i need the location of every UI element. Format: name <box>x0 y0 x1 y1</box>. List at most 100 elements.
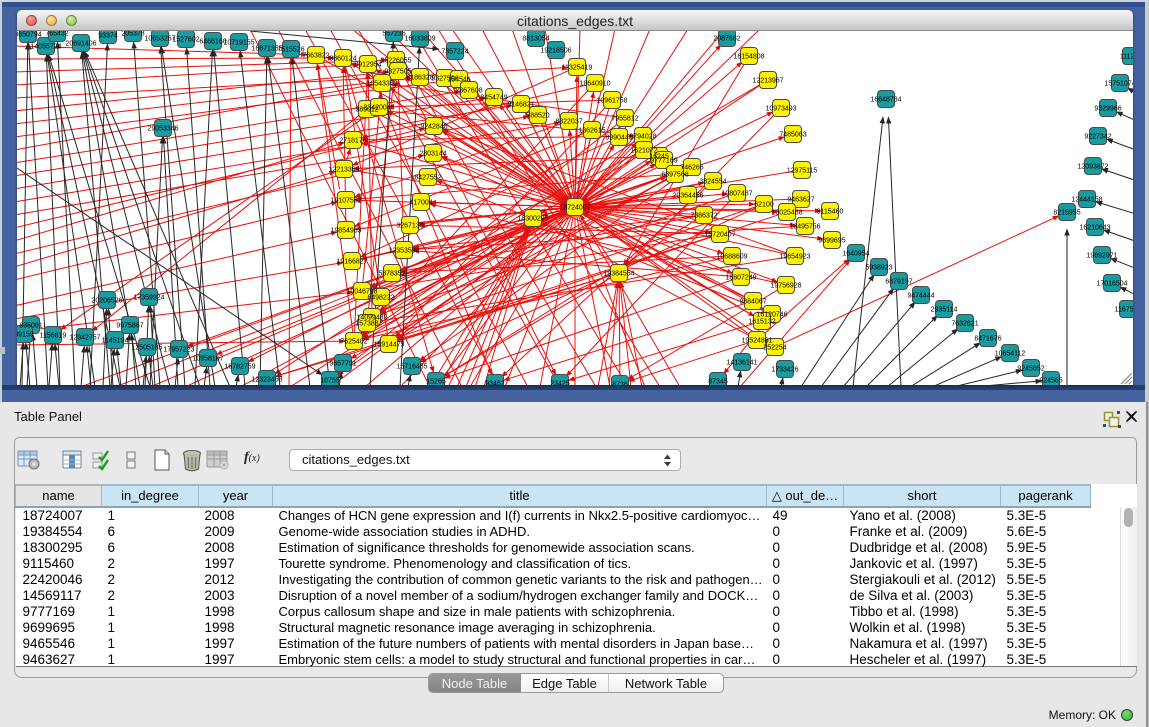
svg-text:746266: 746266 <box>680 165 703 172</box>
svg-text:14136141: 14136141 <box>726 360 757 367</box>
svg-text:93462: 93462 <box>485 381 505 386</box>
svg-text:62100: 62100 <box>754 202 774 209</box>
svg-text:2867608: 2867608 <box>455 88 482 95</box>
svg-text:12975115: 12975115 <box>787 168 818 175</box>
svg-text:10654112: 10654112 <box>995 351 1026 358</box>
svg-text:14055724: 14055724 <box>30 44 61 51</box>
svg-text:8454749: 8454749 <box>480 95 507 102</box>
svg-text:7485063: 7485063 <box>779 132 806 139</box>
svg-text:8813054: 8813054 <box>522 36 549 43</box>
svg-text:18495756: 18495756 <box>789 224 820 231</box>
svg-text:9329966: 9329966 <box>1094 106 1121 113</box>
svg-text:20691406: 20691406 <box>65 41 96 48</box>
svg-text:17016504: 17016504 <box>1096 281 1127 288</box>
svg-text:23425: 23425 <box>550 381 570 386</box>
svg-text:12213369: 12213369 <box>328 167 359 174</box>
svg-text:9146821: 9146821 <box>507 102 534 109</box>
svg-text:1145194: 1145194 <box>102 338 129 345</box>
svg-text:12213967: 12213967 <box>752 78 783 85</box>
svg-text:10807487: 10807487 <box>721 191 752 198</box>
svg-text:5878352: 5878352 <box>378 271 405 278</box>
svg-text:17359924: 17359924 <box>133 295 164 302</box>
svg-text:20206526: 20206526 <box>91 298 122 305</box>
svg-text:5938923: 5938923 <box>865 265 892 272</box>
svg-text:10958107: 10958107 <box>192 356 223 363</box>
svg-text:6879197: 6879197 <box>885 279 912 286</box>
svg-text:3824554: 3824554 <box>699 179 726 186</box>
svg-text:9899695: 9899695 <box>818 238 845 245</box>
svg-text:7632621: 7632621 <box>951 321 978 328</box>
svg-text:417004: 417004 <box>409 200 432 207</box>
svg-text:18724007: 18724007 <box>559 205 590 212</box>
svg-text:16154808: 16154808 <box>733 54 764 61</box>
svg-text:10719155: 10719155 <box>223 40 254 47</box>
svg-text:10543362: 10543362 <box>366 81 397 88</box>
svg-text:7955812: 7955812 <box>611 116 638 123</box>
svg-text:93374: 93374 <box>98 33 118 40</box>
svg-text:2935114: 2935114 <box>931 307 958 314</box>
svg-text:157388: 157388 <box>355 321 378 328</box>
svg-text:12093872: 12093872 <box>1077 164 1108 171</box>
svg-text:39159: 39159 <box>17 332 34 339</box>
svg-text:10107552: 10107552 <box>330 198 361 205</box>
svg-text:788520: 788520 <box>526 113 549 120</box>
svg-text:19756928: 19756928 <box>770 283 801 290</box>
svg-text:8860124: 8860124 <box>329 56 356 63</box>
svg-text:252254: 252254 <box>763 345 786 352</box>
svg-text:9115460: 9115460 <box>817 209 844 216</box>
svg-text:12323468: 12323468 <box>251 377 282 384</box>
svg-text:8322037: 8322037 <box>555 119 582 126</box>
svg-text:9884067: 9884067 <box>739 299 766 306</box>
svg-text:1527602: 1527602 <box>172 37 199 44</box>
svg-text:8427552: 8427552 <box>414 175 441 182</box>
svg-text:11325419: 11325419 <box>562 65 593 72</box>
svg-text:1167533: 1167533 <box>1115 307 1133 314</box>
svg-text:1733426: 1733426 <box>771 367 798 374</box>
svg-text:7386372: 7386372 <box>690 213 717 220</box>
svg-text:15751074: 15751074 <box>1104 81 1133 88</box>
svg-text:924565: 924565 <box>1039 378 1062 385</box>
svg-text:87345: 87345 <box>708 379 728 386</box>
svg-text:15265: 15265 <box>426 379 446 386</box>
svg-text:557236: 557236 <box>382 31 405 38</box>
svg-text:1156819: 1156819 <box>40 333 67 340</box>
svg-text:154546: 154546 <box>447 77 470 84</box>
svg-text:8186328: 8186328 <box>406 75 433 82</box>
svg-text:10973493: 10973493 <box>765 106 796 113</box>
svg-text:19384554: 19384554 <box>603 271 634 278</box>
svg-text:7625402: 7625402 <box>340 339 367 346</box>
svg-text:835061: 835061 <box>19 323 42 330</box>
svg-text:17957223: 17957223 <box>163 347 194 354</box>
svg-text:1640954: 1640954 <box>842 251 869 258</box>
svg-text:7515526: 7515526 <box>277 47 304 54</box>
svg-text:10025488: 10025488 <box>771 210 802 217</box>
svg-text:19654923: 19654923 <box>779 254 810 261</box>
svg-text:2718176: 2718176 <box>339 138 366 145</box>
svg-text:19692971: 19692971 <box>1086 253 1117 260</box>
svg-text:12942757: 12942757 <box>69 335 100 342</box>
svg-text:9975867: 9975867 <box>116 323 143 330</box>
svg-text:6794028: 6794028 <box>629 134 656 141</box>
svg-text:8650794: 8650794 <box>17 32 42 39</box>
svg-text:2087682: 2087682 <box>713 36 740 43</box>
svg-text:1615132: 1615132 <box>748 319 775 326</box>
svg-text:10755: 10755 <box>320 378 340 385</box>
svg-text:16120746: 16120746 <box>756 312 787 319</box>
svg-text:18300295: 18300295 <box>517 216 548 223</box>
svg-text:9777169: 9777169 <box>650 158 677 165</box>
svg-text:205378: 205378 <box>121 31 144 38</box>
svg-text:19218506: 19218506 <box>540 48 571 55</box>
svg-text:8215955: 8215955 <box>1053 210 1080 217</box>
svg-text:111278: 111278 <box>1120 54 1133 61</box>
svg-text:19854963: 19854963 <box>330 228 361 235</box>
svg-text:16914479: 16914479 <box>373 342 404 349</box>
svg-text:10961758: 10961758 <box>596 98 627 105</box>
svg-text:9227342: 9227342 <box>1084 134 1111 141</box>
svg-text:12353594: 12353594 <box>388 248 419 255</box>
svg-text:9463627: 9463627 <box>787 197 814 204</box>
svg-text:29053346: 29053346 <box>147 126 178 133</box>
svg-text:16648784: 16648784 <box>870 97 901 104</box>
svg-text:2803144: 2803144 <box>419 151 446 158</box>
svg-text:7663822: 7663822 <box>302 53 329 60</box>
svg-text:18640910: 18640910 <box>579 81 610 88</box>
